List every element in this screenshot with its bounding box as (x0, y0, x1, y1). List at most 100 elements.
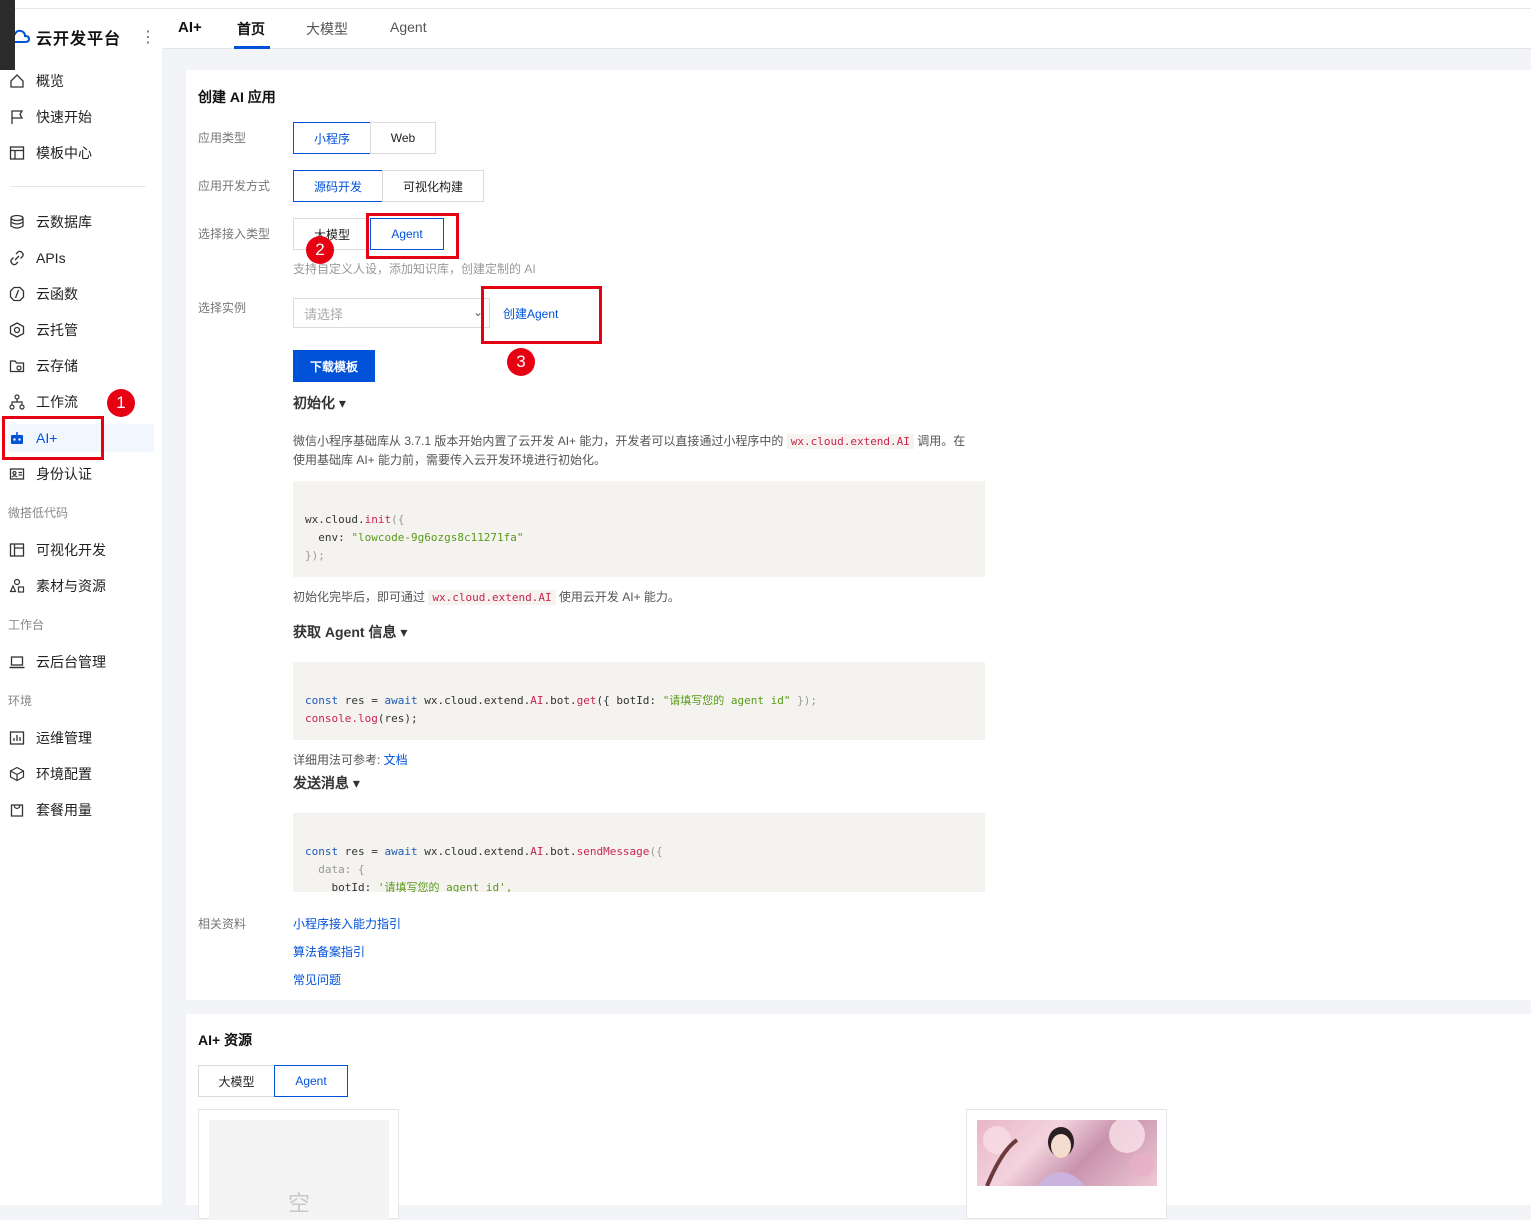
tab-llm[interactable]: 大模型 (306, 19, 348, 39)
related-link-faq[interactable]: 常见问题 (293, 971, 341, 988)
brand[interactable]: 云开发平台 (10, 25, 121, 49)
related-link-algorithm-filing[interactable]: 算法备案指引 (293, 943, 365, 960)
sidebar-item-plan-usage[interactable]: 套餐用量 (8, 796, 154, 824)
sidebar-item-storage[interactable]: 云存储 (8, 352, 154, 380)
sidebar-item-label: 运维管理 (36, 730, 92, 746)
tab-home[interactable]: 首页 (237, 19, 265, 39)
code-token: wx.cloud.extend. (417, 845, 531, 858)
idcard-icon (8, 465, 26, 483)
template-icon (8, 144, 26, 162)
code-token: console.log (305, 712, 378, 725)
nav-group-lowcode: 微搭低代码 (8, 506, 69, 520)
app-type-miniprogram[interactable]: 小程序 (293, 122, 371, 154)
download-template-button[interactable]: 下载模板 (293, 350, 375, 382)
code-token: .bot. (543, 845, 577, 858)
sidebar-item-env-config[interactable]: 环境配置 (8, 760, 154, 788)
ai-resources-card: AI+ 资源 大模型 Agent 空 (186, 1014, 1531, 1220)
more-vertical-icon[interactable]: ⋮ (140, 27, 156, 47)
code-token: wx.cloud. (305, 513, 365, 526)
hexagon-icon (8, 321, 26, 339)
instance-label: 选择实例 (198, 301, 247, 315)
brand-name: 云开发平台 (36, 31, 122, 48)
annotation-badge-3: 3 (507, 348, 535, 376)
sidebar-item-label: 云函数 (36, 286, 78, 302)
init-section-toggle[interactable]: 初始化 ▾ (293, 393, 346, 413)
resource-card-empty[interactable]: 空 (198, 1109, 399, 1220)
sidebar-item-overview[interactable]: 概览 (8, 67, 154, 95)
sidebar-item-label: 套餐用量 (36, 802, 92, 818)
database-icon (8, 213, 26, 231)
code-token: const (305, 845, 339, 858)
dev-mode-source[interactable]: 源码开发 (293, 170, 383, 202)
window-edge (0, 0, 15, 70)
sidebar: 云开发平台 ⋮ 概览 快速开始 模板中心 云数据库 APIs 云函数 云托管 云… (0, 9, 162, 1205)
sidebar-item-label: 素材与资源 (36, 578, 106, 594)
function-icon (8, 285, 26, 303)
sidebar-item-database[interactable]: 云数据库 (8, 208, 154, 236)
layout-icon (8, 541, 26, 559)
sidebar-item-label: 概览 (36, 73, 64, 89)
resources-tab-llm[interactable]: 大模型 (198, 1065, 275, 1097)
sidebar-item-label: 环境配置 (36, 766, 92, 782)
send-message-section-toggle[interactable]: 发送消息 ▾ (293, 773, 360, 793)
link-icon (8, 249, 26, 267)
get-agent-section-toggle[interactable]: 获取 Agent 信息 ▾ (293, 622, 407, 642)
top-tabs: AI+ 首页 大模型 Agent (162, 9, 1531, 49)
sidebar-item-ops[interactable]: 运维管理 (8, 724, 154, 752)
code-token: init (364, 513, 392, 526)
code-token: ({ (391, 513, 405, 526)
sidebar-item-label: 云数据库 (36, 214, 92, 230)
resources-tab-agent[interactable]: Agent (274, 1065, 348, 1097)
sidebar-item-admin[interactable]: 云后台管理 (8, 648, 154, 676)
create-agent-link[interactable]: 创建Agent (503, 305, 558, 322)
sidebar-item-assets[interactable]: 素材与资源 (8, 572, 154, 600)
code-token: '请填写您的 agent id', (377, 881, 513, 892)
resources-title: AI+ 资源 (198, 1032, 253, 1048)
sidebar-item-ai-plus[interactable]: AI+ (8, 424, 154, 452)
doc-link[interactable]: 文档 (384, 753, 408, 767)
init-code-block: wx.cloud.init({ env: "lowcode-9g6ozgs8c1… (293, 481, 985, 577)
dev-mode-visual[interactable]: 可视化构建 (382, 170, 484, 202)
folder-icon (8, 357, 26, 375)
code-token: wx.cloud.extend. (417, 694, 531, 707)
sidebar-item-visual-dev[interactable]: 可视化开发 (8, 536, 154, 564)
send-message-code-block: const res = await wx.cloud.extend.AI.bot… (293, 813, 985, 892)
page-title: AI+ (178, 19, 202, 36)
home-icon (8, 72, 26, 90)
flag-icon (8, 108, 26, 126)
app-type-web[interactable]: Web (370, 122, 436, 154)
card-title: 创建 AI 应用 (198, 89, 276, 105)
code-token: await (384, 694, 418, 707)
tab-agent[interactable]: Agent (390, 19, 427, 35)
code-token: const (305, 694, 339, 707)
doc-reference: 详细用法可参考: 文档 (293, 751, 973, 770)
sidebar-item-auth[interactable]: 身份认证 (8, 460, 154, 488)
code-token: }); (790, 694, 818, 707)
related-link-miniprogram-guide[interactable]: 小程序接入能力指引 (293, 915, 401, 932)
bag-icon (8, 801, 26, 819)
dev-mode-label: 应用开发方式 (198, 179, 271, 193)
sidebar-item-templates[interactable]: 模板中心 (8, 139, 154, 167)
doc-ref-text: 详细用法可参考: (293, 753, 384, 767)
sidebar-item-functions[interactable]: 云函数 (8, 280, 154, 308)
sidebar-divider (10, 186, 146, 187)
get-agent-code-block: const res = await wx.cloud.extend.AI.bot… (293, 662, 985, 740)
resource-card-agent[interactable] (966, 1109, 1167, 1219)
sidebar-item-quickstart[interactable]: 快速开始 (8, 103, 154, 131)
after-init-text-b: 使用云开发 AI+ 能力。 (558, 590, 680, 604)
sidebar-item-cloudrun[interactable]: 云托管 (8, 316, 154, 344)
sidebar-item-label: APIs (36, 250, 66, 266)
portrait-illustration (983, 1120, 1154, 1186)
laptop-icon (8, 653, 26, 671)
agent-avatar-image (977, 1120, 1157, 1186)
after-init-text: 初始化完毕后，即可通过 wx.cloud.extend.AI 使用云开发 AI+… (293, 588, 973, 607)
instance-select[interactable]: 请选择 ⌄ (293, 298, 490, 328)
nav-group-env: 环境 (8, 694, 33, 708)
access-type-agent[interactable]: Agent (370, 218, 444, 250)
access-type-hint: 支持自定义人设，添加知识库，创建定制的 AI (293, 262, 536, 276)
sidebar-item-label: 云托管 (36, 322, 78, 338)
after-init-text-a: 初始化完毕后，即可通过 (293, 590, 426, 604)
empty-placeholder: 空 (209, 1120, 389, 1220)
code-token: (res); (377, 712, 418, 725)
sidebar-item-apis[interactable]: APIs (8, 244, 154, 272)
